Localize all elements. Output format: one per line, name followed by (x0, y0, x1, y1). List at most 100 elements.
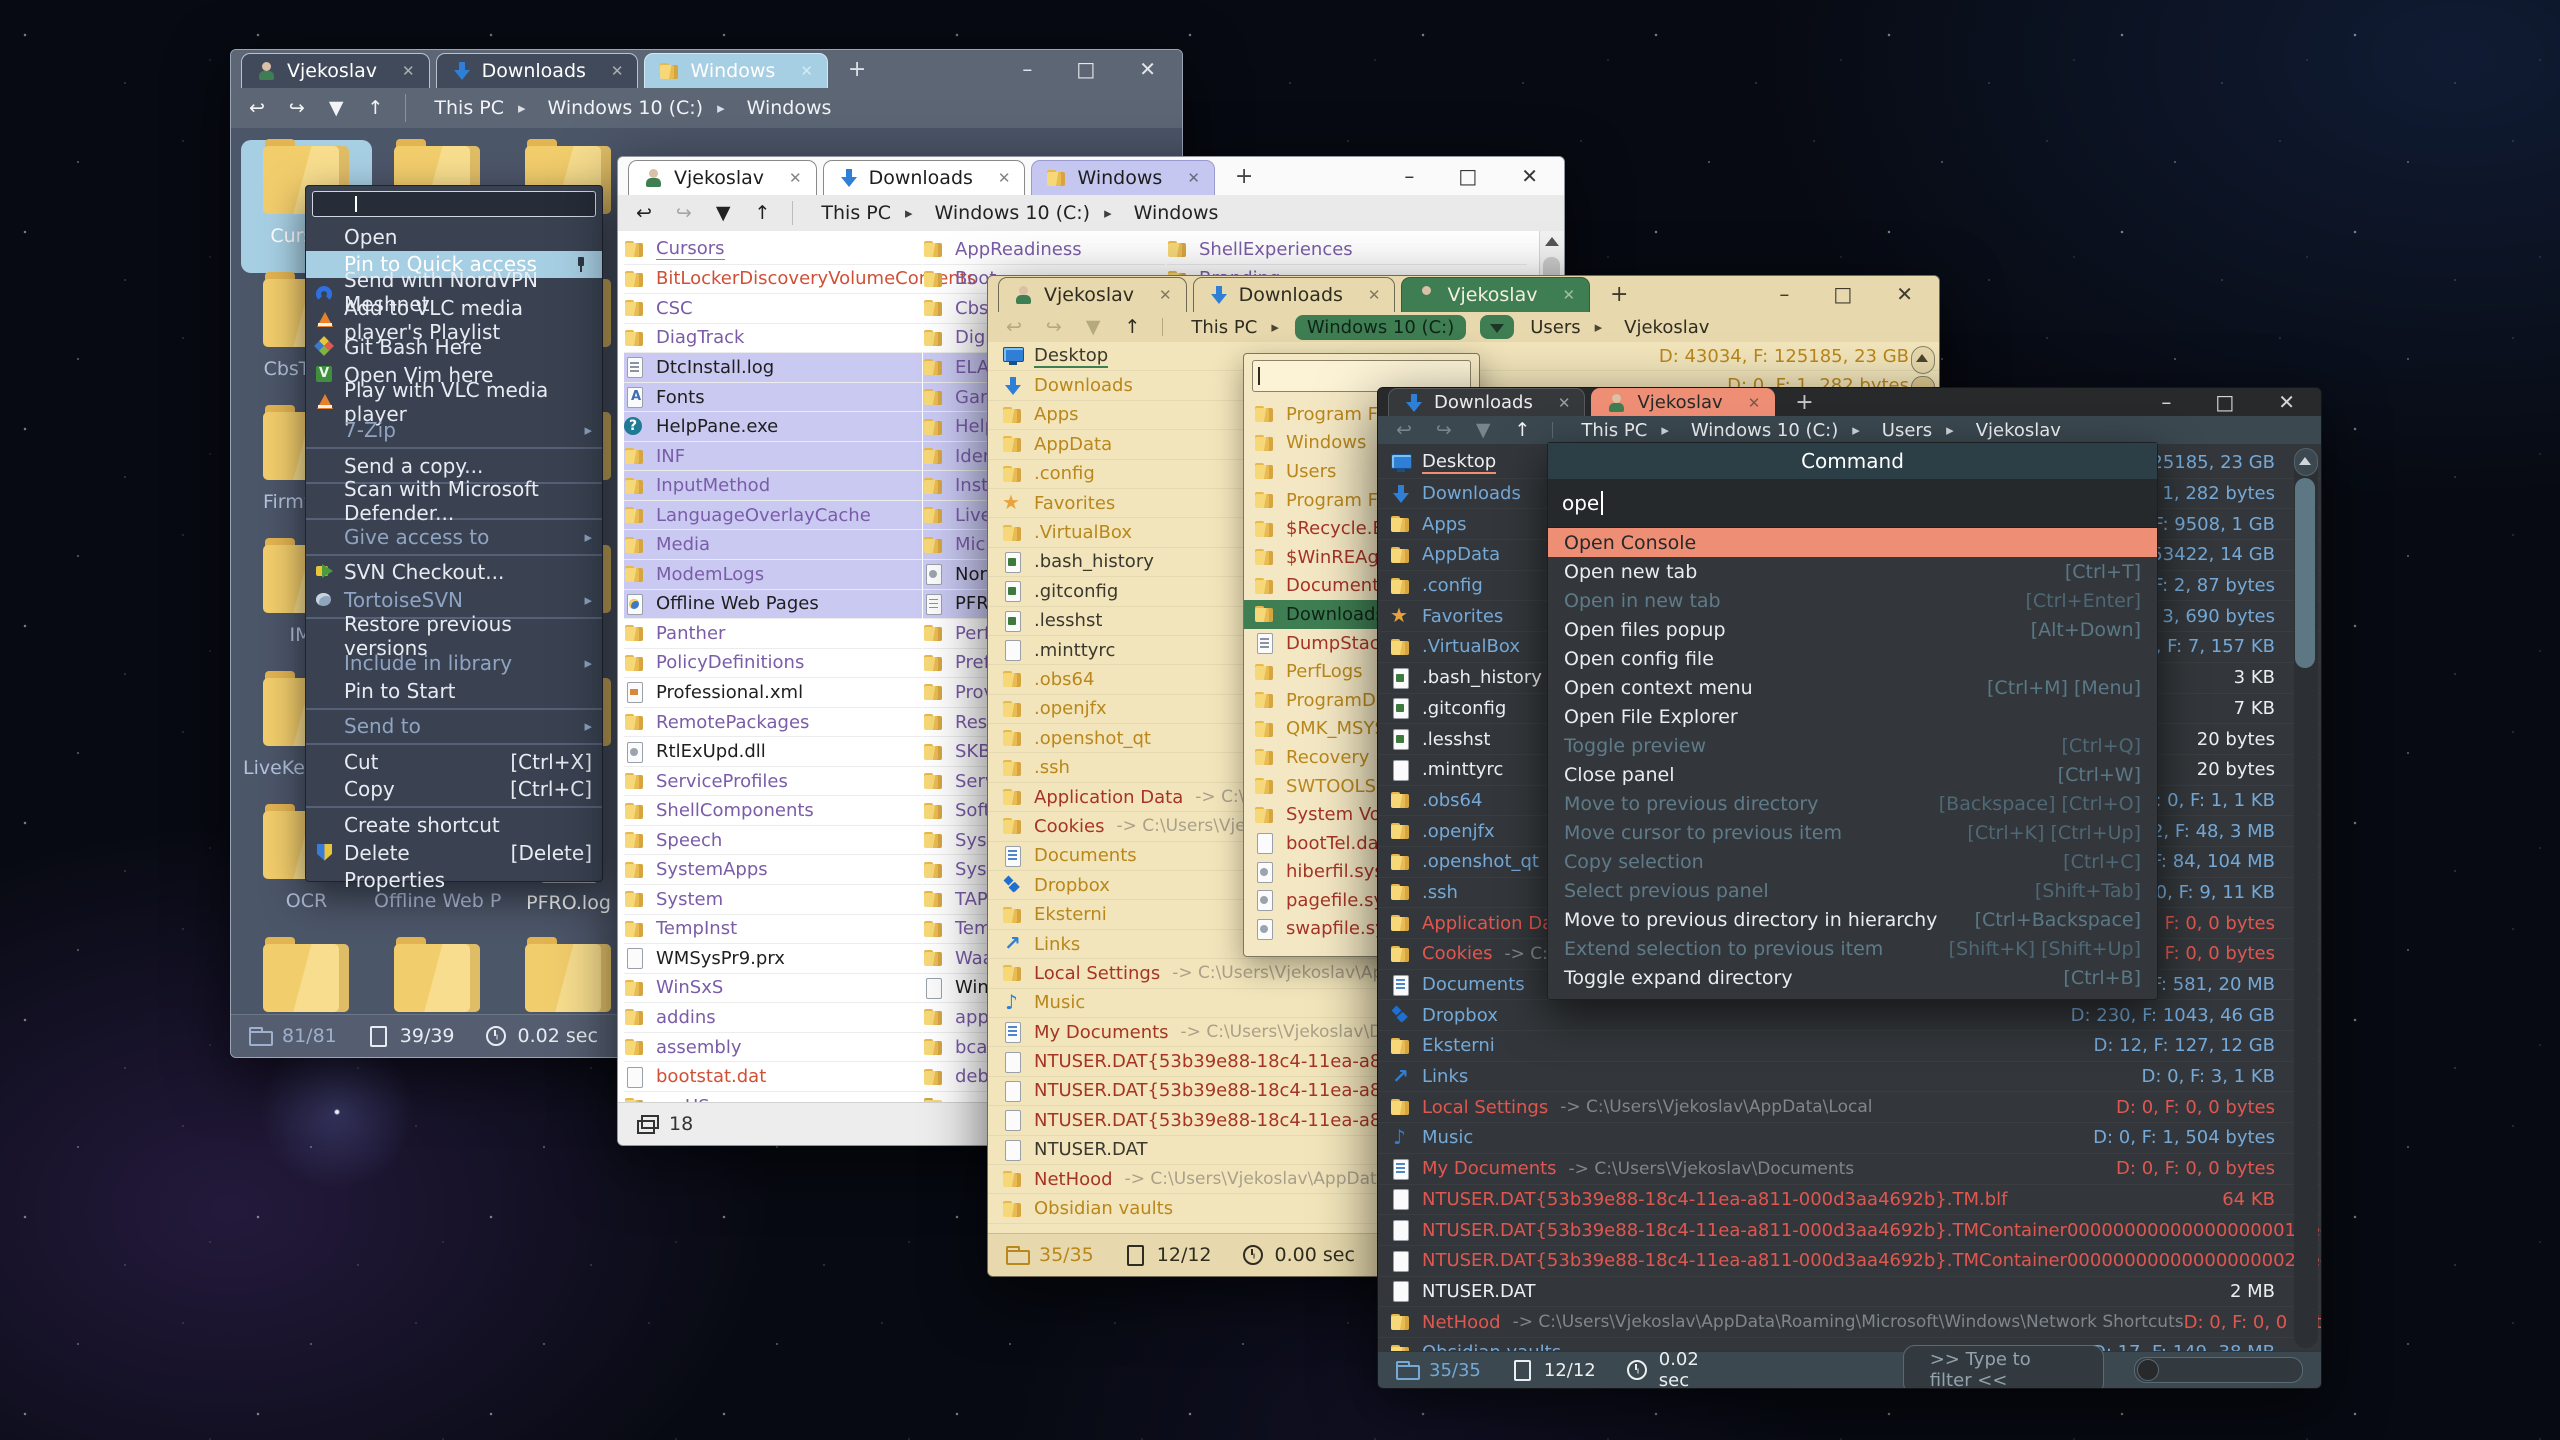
context-menu-item[interactable] (306, 554, 602, 556)
minimize-button[interactable]: – (2161, 390, 2171, 414)
tab-close-icon[interactable]: ✕ (1368, 286, 1381, 304)
context-menu-item[interactable]: Send to ▸ (306, 713, 602, 741)
context-menu-item[interactable]: Create shortcut (306, 811, 602, 839)
new-tab-button[interactable]: + (848, 57, 866, 82)
status-slider[interactable] (2134, 1357, 2303, 1383)
file-row[interactable]: bootstat.dat (624, 1062, 922, 1092)
context-menu-item[interactable]: Copy [Ctrl+C] (306, 776, 602, 804)
command-row[interactable]: Extend selection to previous item [Shift… (1548, 934, 2157, 963)
file-row[interactable]: NetHood -> C:\Users\Vjekoslav\AppData\Ro… (1378, 1307, 2321, 1338)
titlebar[interactable]: Vjekoslav ✕ Downloads ✕ Windows ✕ + – □ … (231, 50, 1182, 88)
new-tab-button[interactable]: + (1235, 164, 1253, 189)
titlebar[interactable]: Downloads ✕ Vjekoslav ✕ + – □ ✕ (1378, 388, 2321, 416)
tab-close-icon[interactable]: ✕ (1748, 394, 1761, 412)
context-menu-item[interactable] (306, 447, 602, 449)
file-row[interactable]: NTUSER.DAT{53b39e88-18c4-11ea-a811-000d3… (1378, 1185, 2321, 1216)
command-row[interactable]: Open context menu [Ctrl+M] [Menu] (1548, 673, 2157, 702)
history-dropdown-icon[interactable]: ▼ (329, 97, 344, 119)
tab[interactable]: Downloads ✕ (1193, 277, 1396, 312)
file-row[interactable]: Professional.xml (624, 678, 922, 708)
file-row[interactable]: Cursors (624, 235, 922, 265)
tab-close-icon[interactable]: ✕ (789, 169, 802, 187)
tab[interactable]: Vjekoslav ✕ (241, 53, 430, 88)
command-row[interactable]: Select previous panel [Shift+Tab] (1548, 876, 2157, 905)
file-row[interactable]: addins (624, 1003, 922, 1033)
context-menu-item[interactable] (306, 743, 602, 745)
breadcrumb-segment[interactable]: Windows 10 (C:) (542, 95, 731, 121)
file-row[interactable]: WinSxS (624, 974, 922, 1004)
file-row[interactable]: DtcInstall.log (624, 353, 922, 383)
command-row[interactable]: Toggle preview [Ctrl+Q] (1548, 731, 2157, 760)
file-row[interactable]: Eksterni D: 12, F: 127, 12 GB (1378, 1031, 2321, 1062)
new-tab-button[interactable]: + (1610, 282, 1628, 307)
minimize-button[interactable]: – (1404, 164, 1414, 188)
tab[interactable]: Vjekoslav ✕ (628, 160, 817, 195)
context-menu-item[interactable] (312, 191, 596, 217)
file-row[interactable]: CSC (624, 294, 922, 324)
breadcrumb-segment[interactable]: Windows 10 (C:) (1685, 418, 1866, 443)
file-row[interactable]: WMSysPr9.prx (624, 944, 922, 974)
breadcrumb-segment[interactable]: Windows (1128, 200, 1225, 226)
file-row[interactable]: ShellComponents (624, 796, 922, 826)
history-dropdown-icon[interactable]: ▼ (716, 202, 731, 224)
context-menu-item[interactable]: Pin to Start (306, 677, 602, 705)
tab-close-icon[interactable]: ✕ (1159, 286, 1172, 304)
file-row[interactable]: My Documents -> C:\Users\Vjekoslav\Docum… (1378, 1154, 2321, 1185)
up-icon[interactable]: ↑ (1514, 419, 1530, 441)
close-button[interactable]: ✕ (1521, 164, 1538, 188)
tab-close-icon[interactable]: ✕ (800, 62, 813, 80)
breadcrumb-segment[interactable]: Users (1524, 315, 1608, 340)
file-row[interactable]: Music D: 0, F: 1, 504 bytes (1378, 1123, 2321, 1154)
file-row[interactable]: TempInst (624, 915, 922, 945)
tab[interactable]: Downloads ✕ (823, 160, 1026, 195)
context-menu-item[interactable]: TortoiseSVN ▸ (306, 586, 602, 614)
file-row[interactable]: NTUSER.DAT{53b39e88-18c4-11ea-a811-000d3… (1378, 1215, 2321, 1246)
maximize-button[interactable]: □ (1458, 164, 1477, 188)
maximize-button[interactable]: □ (1833, 282, 1852, 306)
context-menu-item[interactable]: Play with VLC media player (306, 389, 602, 417)
scroll-up-icon[interactable] (2299, 457, 2311, 465)
up-icon[interactable]: ↑ (1124, 316, 1140, 338)
file-row[interactable]: InputMethod (624, 471, 922, 501)
file-row[interactable]: Panther (624, 619, 922, 649)
context-menu-item[interactable] (306, 806, 602, 808)
tab[interactable]: Downloads ✕ (1388, 388, 1585, 416)
context-menu-item[interactable]: Scan with Microsoft Defender... (306, 487, 602, 515)
minimize-button[interactable]: – (1779, 282, 1789, 306)
context-menu-item[interactable]: Open (306, 223, 602, 251)
file-row[interactable]: RemotePackages (624, 708, 922, 738)
up-icon[interactable]: ↑ (754, 202, 770, 224)
file-row[interactable]: System (624, 885, 922, 915)
file-row[interactable]: assembly (624, 1033, 922, 1063)
file-row[interactable]: Speech (624, 826, 922, 856)
context-menu-item[interactable]: SVN Checkout... (306, 559, 602, 587)
file-row[interactable]: PolicyDefinitions (624, 649, 922, 679)
breadcrumb-segment[interactable]: Users (1876, 418, 1960, 443)
tab-close-icon[interactable]: ✕ (402, 62, 415, 80)
scroll-up-icon[interactable] (1916, 354, 1928, 362)
history-dropdown-icon[interactable]: ▼ (1476, 419, 1491, 441)
forward-icon[interactable]: ↪ (289, 97, 305, 119)
file-row[interactable]: SystemApps (624, 855, 922, 885)
file-row[interactable]: Media (624, 530, 922, 560)
tab[interactable]: Windows ✕ (1031, 160, 1214, 195)
tab-close-icon[interactable]: ✕ (998, 169, 1011, 187)
file-row[interactable]: ServiceProfiles (624, 767, 922, 797)
back-icon[interactable]: ↩ (249, 97, 265, 119)
breadcrumb-segment[interactable] (1480, 315, 1514, 339)
file-row[interactable]: ShellExperiences (1167, 235, 1527, 265)
tab-close-icon[interactable]: ✕ (1187, 169, 1200, 187)
command-row[interactable]: Move cursor to previous item [Ctrl+K] [C… (1548, 818, 2157, 847)
file-row[interactable]: NTUSER.DAT{53b39e88-18c4-11ea-a811-000d3… (1378, 1246, 2321, 1277)
command-row[interactable]: Move to previous directory [Backspace] [… (1548, 789, 2157, 818)
context-menu-item[interactable]: Delete [Delete] (306, 839, 602, 867)
context-menu-item[interactable]: Add to VLC media player's Playlist (306, 306, 602, 334)
tab-close-icon[interactable]: ✕ (611, 62, 624, 80)
file-row[interactable]: Fonts (624, 383, 922, 413)
minimize-button[interactable]: – (1022, 57, 1032, 81)
file-row[interactable]: BitLockerDiscoveryVolumeContents (624, 265, 922, 295)
file-row[interactable]: AppReadiness (923, 235, 1165, 265)
close-button[interactable]: ✕ (1896, 282, 1913, 306)
tab[interactable]: Windows ✕ (644, 53, 827, 88)
titlebar[interactable]: Vjekoslav ✕ Downloads ✕ Windows ✕ + – □ … (618, 157, 1564, 195)
